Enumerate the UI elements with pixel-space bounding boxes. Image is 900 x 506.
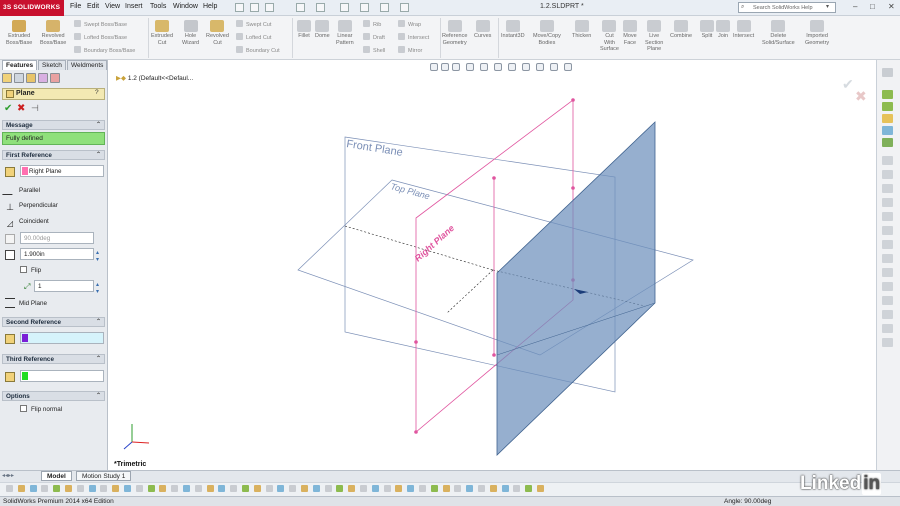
triad-x-axis	[131, 441, 150, 444]
toolbar-tool-icon[interactable]	[454, 485, 462, 492]
appearances-icon[interactable]	[882, 126, 893, 135]
tool-icon[interactable]	[882, 170, 893, 179]
tool-icon[interactable]	[882, 310, 893, 319]
custom-properties-icon[interactable]	[882, 138, 893, 147]
status-product: SolidWorks Premium 2014 x64 Edition	[3, 498, 114, 505]
tool-icon[interactable]	[882, 226, 893, 235]
resources-icon[interactable]	[882, 68, 893, 77]
tool-icon[interactable]	[882, 268, 893, 277]
view-orientation-label: *Trimetric	[114, 461, 147, 468]
toolbar-tool-icon[interactable]	[489, 485, 497, 492]
toolbar-tool-icon[interactable]	[395, 485, 403, 492]
toolbar-tool-icon[interactable]	[112, 485, 120, 492]
toolbar-tool-icon[interactable]	[206, 485, 214, 492]
toolbar-tool-icon[interactable]	[312, 485, 320, 492]
toolbar-tool-icon[interactable]	[513, 485, 521, 492]
model-graphics: Front Plane Top Plane Right Plane	[123, 98, 694, 456]
new-plane-preview[interactable]	[496, 121, 656, 456]
toolbar-tool-icon[interactable]	[29, 485, 37, 492]
toolbar-tool-icon[interactable]	[501, 485, 509, 492]
file-explorer-icon[interactable]	[882, 102, 893, 111]
toolbar-tool-icon[interactable]	[76, 485, 84, 492]
handle[interactable]	[571, 98, 575, 102]
toolbar-tool-icon[interactable]	[6, 485, 13, 492]
toolbar-tool-icon[interactable]	[324, 485, 332, 492]
toolbar-tool-icon[interactable]	[537, 485, 544, 492]
tool-icon[interactable]	[882, 282, 893, 291]
handle[interactable]	[414, 340, 418, 344]
toolbar-tool-icon[interactable]	[17, 485, 25, 492]
tab-model[interactable]: Model	[41, 471, 72, 481]
tool-icon[interactable]	[882, 212, 893, 221]
toolbar-tool-icon[interactable]	[525, 485, 533, 492]
triad-z-axis	[123, 441, 133, 450]
tool-icon[interactable]	[882, 324, 893, 333]
toolbar-tool-icon[interactable]	[171, 485, 179, 492]
toolbar-tool-icon[interactable]	[41, 485, 49, 492]
task-pane-bar	[876, 60, 900, 470]
toolbar-tool-icon[interactable]	[289, 485, 297, 492]
toolbar-tool-icon[interactable]	[265, 485, 273, 492]
view-palette-icon[interactable]	[882, 114, 893, 123]
tool-icon[interactable]	[882, 184, 893, 193]
toolbar-tool-icon[interactable]	[230, 485, 238, 492]
toolbar-tool-icon[interactable]	[218, 485, 226, 492]
status-angle: Angle: 90.00deg	[724, 498, 772, 505]
handle[interactable]	[492, 176, 496, 180]
toolbar-tool-icon[interactable]	[88, 485, 96, 492]
tab-scroll-arrows[interactable]: ◂◂▸▸	[2, 472, 14, 479]
toolbar-tool-icon[interactable]	[371, 485, 379, 492]
toolbar-tool-icon[interactable]	[301, 485, 308, 492]
confirmation-cancel-icon[interactable]: ✖	[855, 88, 867, 105]
handle[interactable]	[414, 430, 418, 434]
tool-icon[interactable]	[882, 338, 893, 347]
design-library-icon[interactable]	[882, 90, 893, 99]
handle[interactable]	[571, 186, 575, 190]
toolbar-tool-icon[interactable]	[53, 485, 61, 492]
toolbar-tool-icon[interactable]	[407, 485, 415, 492]
toolbar-tool-icon[interactable]	[277, 485, 285, 492]
toolbar-tool-icon[interactable]	[159, 485, 167, 492]
toolbar-tool-icon[interactable]	[135, 485, 143, 492]
toolbar-tool-icon[interactable]	[442, 485, 450, 492]
tool-icon[interactable]	[882, 296, 893, 305]
confirmation-ok-icon[interactable]: ✔	[842, 76, 854, 93]
toolbar-tool-icon[interactable]	[100, 485, 108, 492]
tool-icon[interactable]	[882, 254, 893, 263]
handle[interactable]	[492, 353, 496, 357]
toolbar-tool-icon[interactable]	[124, 485, 131, 492]
toolbar-tool-icon[interactable]	[147, 485, 155, 492]
toolbar-tool-icon[interactable]	[242, 485, 249, 492]
tab-motion-study-1[interactable]: Motion Study 1	[76, 471, 132, 481]
hidden-edge	[446, 269, 494, 314]
toolbar-tool-icon[interactable]	[466, 485, 474, 492]
toolbar-tool-icon[interactable]	[65, 485, 72, 492]
tool-icon[interactable]	[882, 156, 893, 165]
toolbar-tool-icon[interactable]	[360, 485, 367, 492]
top-plane-label: Top Plane	[389, 181, 430, 201]
toolbar-tool-icon[interactable]	[194, 485, 202, 492]
toolbar-tool-icon[interactable]	[478, 485, 485, 492]
toolbar-tool-icon[interactable]	[348, 485, 356, 492]
toolbar-tool-icon[interactable]	[383, 485, 391, 492]
toolbar-tool-icon[interactable]	[336, 485, 344, 492]
status-bar: SolidWorks Premium 2014 x64 Edition Angl…	[0, 496, 900, 506]
linkedin-watermark: Linked in	[800, 473, 882, 495]
toolbar-tool-icon[interactable]	[430, 485, 438, 492]
tool-icon[interactable]	[882, 198, 893, 207]
toolbar-tool-icon[interactable]	[183, 485, 190, 492]
toolbar-tool-icon[interactable]	[419, 485, 426, 492]
tool-icon[interactable]	[882, 240, 893, 249]
toolbar-tool-icon[interactable]	[253, 485, 261, 492]
model-tabs-bar	[0, 470, 900, 482]
